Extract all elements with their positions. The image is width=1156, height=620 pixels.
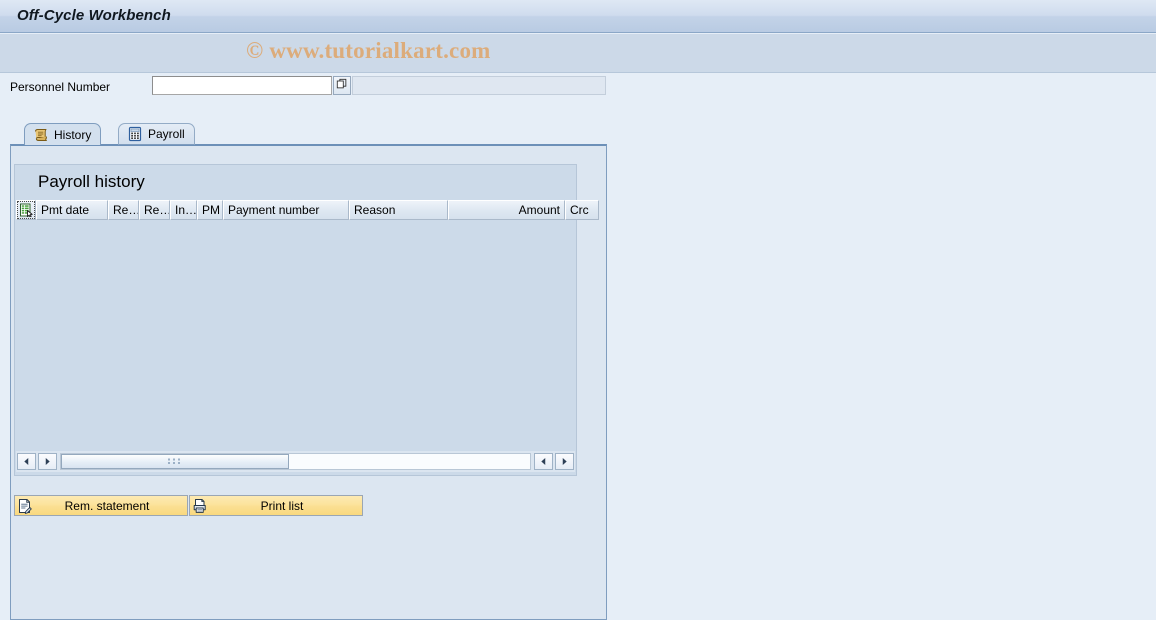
scroll-icon (35, 128, 47, 141)
tab-history-label: History (54, 127, 92, 142)
column-header-re-2[interactable]: Re… (139, 200, 170, 220)
sap-window: Off-Cycle Workbench © www.tutorialkart.c… (0, 0, 1156, 620)
scroll-left-icon (24, 458, 29, 465)
tab-history[interactable]: History (24, 123, 102, 145)
value-help-icon (336, 78, 347, 89)
printer-icon (193, 498, 206, 513)
scroll-right-button-start[interactable] (38, 453, 57, 470)
personnel-name-field (352, 76, 606, 95)
rem-statement-label: Rem. statement (64, 498, 150, 513)
column-header-in[interactable]: In… (170, 200, 197, 220)
tab-payroll[interactable]: Payroll (118, 123, 195, 145)
scroll-right-button-end[interactable] (555, 453, 574, 470)
scroll-left-button-start[interactable] (17, 453, 36, 470)
column-header-pmt-date[interactable]: Pmt date (36, 200, 108, 220)
scrollbar-track[interactable] (60, 453, 531, 470)
grid-horizontal-scrollbar[interactable] (16, 451, 575, 472)
tab-payroll-label: Payroll (148, 127, 185, 141)
scroll-right-icon (45, 458, 50, 465)
value-help-button[interactable] (333, 76, 351, 95)
calculator-icon (128, 126, 142, 142)
grip-dots-icon (168, 458, 180, 464)
watermark-band (0, 34, 1156, 73)
personnel-number-label: Personnel Number (10, 80, 111, 94)
window-titlebar: Off-Cycle Workbench (0, 0, 1156, 33)
scrollbar-thumb[interactable] (61, 454, 289, 469)
select-all-icon (20, 203, 33, 217)
grid-title: Payroll history (38, 172, 145, 191)
scroll-right-icon (562, 458, 567, 465)
personnel-number-input[interactable] (152, 76, 332, 95)
column-header-re-1[interactable]: Re… (108, 200, 139, 220)
column-header-payment-number[interactable]: Payment number (223, 200, 349, 220)
column-header-currency[interactable]: Crc (565, 200, 599, 220)
page-title: Off-Cycle Workbench (17, 7, 171, 24)
rem-statement-button[interactable]: Rem. statement (14, 495, 188, 516)
print-list-button[interactable]: Print list (189, 495, 363, 516)
grid-header-row: Pmt date Re… Re… In… PM Payment number R… (16, 200, 599, 220)
column-header-reason[interactable]: Reason (349, 200, 448, 220)
document-edit-icon (19, 498, 32, 514)
column-header-pm[interactable]: PM (197, 200, 223, 220)
personnel-number-row: Personnel Number (0, 74, 1156, 106)
column-header-amount[interactable]: Amount (448, 200, 565, 220)
print-list-label: Print list (260, 498, 304, 513)
scroll-left-icon (541, 458, 546, 465)
grid-body-empty (16, 220, 575, 449)
scroll-left-button-end[interactable] (534, 453, 553, 470)
select-all-button[interactable] (16, 200, 36, 220)
watermark-text: © www.tutorialkart.com (246, 38, 491, 63)
